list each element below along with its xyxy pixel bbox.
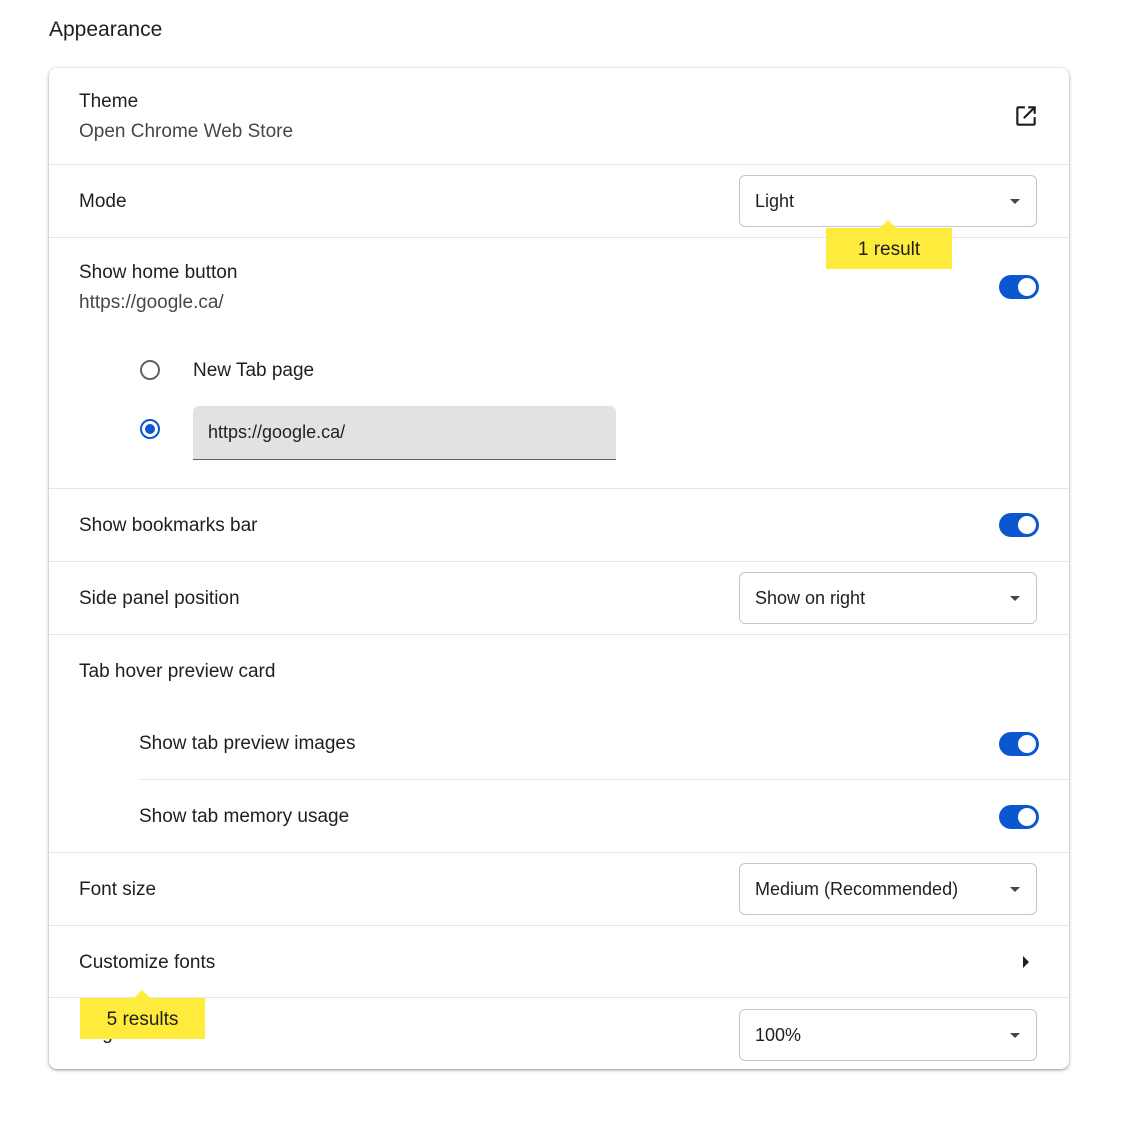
font-size-row: Font size Medium (Recommended) bbox=[49, 852, 1069, 926]
section-title: Appearance bbox=[49, 18, 163, 41]
memory-usage-toggle[interactable] bbox=[999, 805, 1039, 829]
customize-fonts-label: Customize fonts bbox=[79, 952, 216, 973]
inner-divider bbox=[139, 779, 1069, 780]
font-size-select-value: Medium (Recommended) bbox=[755, 879, 959, 899]
side-panel-select[interactable]: Show on right bbox=[739, 572, 1037, 624]
side-panel-select-value: Show on right bbox=[755, 588, 866, 608]
toggle-knob bbox=[1018, 516, 1036, 534]
chevron-down-icon bbox=[1010, 596, 1020, 601]
bookmarks-bar-row: Show bookmarks bar bbox=[49, 488, 1069, 562]
toggle-knob bbox=[1018, 735, 1036, 753]
font-size-select[interactable]: Medium (Recommended) bbox=[739, 863, 1037, 915]
tab-hover-row: Tab hover preview card Show tab preview … bbox=[49, 634, 1069, 853]
page-zoom-select[interactable]: 100% bbox=[739, 1009, 1037, 1061]
chevron-down-icon bbox=[1010, 887, 1020, 892]
home-button-toggle[interactable] bbox=[999, 275, 1039, 299]
chevron-down-icon bbox=[1010, 199, 1020, 204]
chevron-down-icon bbox=[1010, 1033, 1020, 1038]
radio-custom-url[interactable] bbox=[140, 419, 160, 439]
side-panel-label: Side panel position bbox=[79, 588, 240, 609]
bookmarks-bar-toggle[interactable] bbox=[999, 513, 1039, 537]
open-in-new-icon[interactable] bbox=[1013, 103, 1039, 129]
mode-label: Mode bbox=[79, 191, 127, 212]
preview-images-toggle[interactable] bbox=[999, 732, 1039, 756]
side-panel-row: Side panel position Show on right bbox=[49, 561, 1069, 635]
tab-hover-label: Tab hover preview card bbox=[79, 661, 276, 682]
home-url-input[interactable] bbox=[193, 406, 616, 459]
search-result-bubble-fonts: 5 results bbox=[80, 990, 205, 1039]
home-button-sublabel: https://google.ca/ bbox=[79, 292, 224, 313]
home-button-label: Show home button bbox=[79, 262, 238, 283]
home-url-field[interactable] bbox=[193, 406, 616, 460]
theme-sublabel: Open Chrome Web Store bbox=[79, 121, 294, 142]
appearance-card: Theme Open Chrome Web Store Mode Light S… bbox=[49, 68, 1069, 1069]
mode-row: Mode Light bbox=[49, 164, 1069, 238]
mode-select-value: Light bbox=[755, 191, 795, 211]
new-tab-page-label[interactable]: New Tab page bbox=[193, 360, 314, 382]
memory-usage-label: Show tab memory usage bbox=[139, 806, 350, 827]
page-zoom-select-value: 100% bbox=[755, 1025, 802, 1045]
theme-label: Theme bbox=[79, 91, 139, 112]
toggle-knob bbox=[1018, 278, 1036, 296]
search-result-bubble-mode: 1 result bbox=[826, 220, 952, 269]
toggle-knob bbox=[1018, 808, 1036, 826]
theme-row[interactable]: Theme Open Chrome Web Store bbox=[49, 68, 1069, 164]
customize-fonts-row[interactable]: Customize fonts bbox=[49, 925, 1069, 998]
bookmarks-bar-label: Show bookmarks bar bbox=[79, 515, 258, 536]
arrow-right-icon[interactable] bbox=[1023, 956, 1029, 968]
font-size-label: Font size bbox=[79, 879, 157, 900]
preview-images-label: Show tab preview images bbox=[139, 733, 356, 754]
radio-new-tab-page[interactable] bbox=[140, 360, 160, 380]
